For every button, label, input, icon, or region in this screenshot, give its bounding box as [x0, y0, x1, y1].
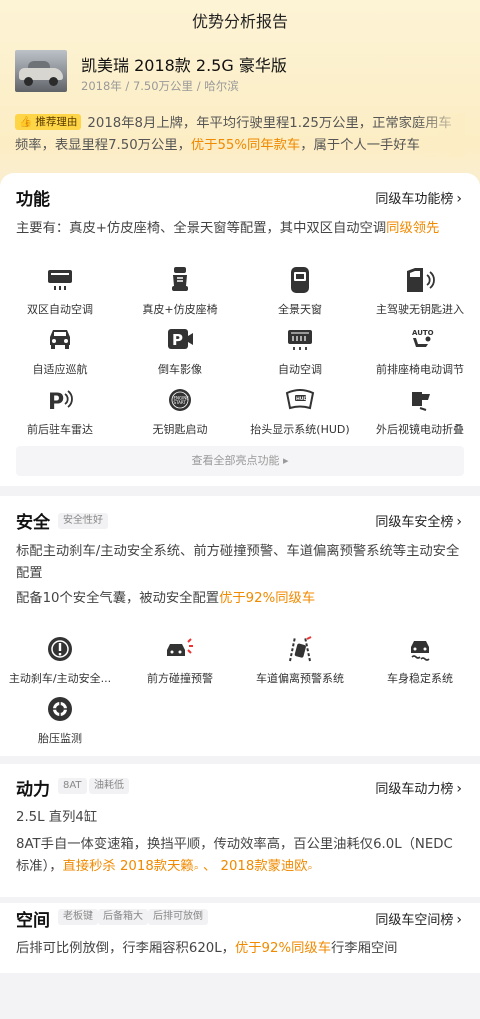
- feature-item[interactable]: 自适应巡航: [0, 325, 120, 377]
- feature-item[interactable]: ENGINE START 无钥匙启动: [120, 385, 240, 437]
- brake-warning-icon: [45, 634, 75, 664]
- feature-item-label: 主驾驶无钥匙进入: [376, 303, 464, 316]
- feature-item-label: 自适应巡航: [32, 363, 88, 376]
- feature-item[interactable]: 外后视镜电动折叠: [360, 385, 480, 437]
- seat-icon: [165, 265, 195, 295]
- features-summary: 主要有：真皮+仿皮座椅、全景天窗等配置，其中双区自动空调同级领先: [16, 221, 440, 236]
- feature-item[interactable]: 双区自动空调: [0, 265, 120, 317]
- feature-item-label: 无钥匙启动: [152, 423, 208, 436]
- feature-item-label: 前排座椅电动调节: [376, 363, 464, 376]
- safety-item[interactable]: 胎压监测: [0, 694, 120, 746]
- power-tag-fuel: 油耗低: [89, 778, 129, 794]
- keyless-door-icon: [405, 265, 435, 295]
- compare-link-mondeo[interactable]: 2018款蒙迪欧⌕: [221, 859, 313, 874]
- space-tag-boss-key: 老板键: [58, 909, 98, 925]
- svg-text:AUTO: AUTO: [412, 329, 434, 337]
- car-meta: 2018年 / 7.50万公里 / 哈尔滨: [81, 79, 239, 93]
- features-title: 功能: [16, 190, 50, 210]
- safety-title: 安全: [16, 513, 50, 533]
- space-tag-trunk: 后备箱大: [98, 909, 148, 925]
- page-title: 优势分析报告: [191, 12, 288, 31]
- stability-control-icon: [405, 634, 435, 664]
- power-card: 动力 8AT 油耗低 同级车动力榜 › 2.5L 直列4缸 8AT手自一体变速箱，…: [0, 764, 480, 897]
- feature-item-label: 自动空调: [278, 363, 322, 376]
- power-desc: 8AT手自一体变速箱，换挡平顺，传动效率高，百公里油耗仅6.0L（NEDC标准）…: [16, 837, 453, 874]
- feature-item[interactable]: AUTO 前排座椅电动调节: [360, 325, 480, 377]
- space-card: 空间 老板键 后备箱大 后排可放倒 同级车空间榜 › 后排可比例放倒，行李厢容积6…: [0, 903, 480, 973]
- recommend-reason-tag: 👍 推荐理由: [15, 114, 82, 130]
- feature-item[interactable]: P 倒车影像: [120, 325, 240, 377]
- space-title: 空间: [16, 911, 50, 931]
- feature-item[interactable]: P 前后驻车雷达: [0, 385, 120, 437]
- reason-highlight: 优于55%同年款车: [190, 138, 301, 153]
- auto-ac-icon: [285, 325, 315, 355]
- feature-item-label: 双区自动空调: [27, 303, 93, 316]
- safety-item-label: 前方碰撞预警: [147, 672, 213, 685]
- power-tag-8at: 8AT: [58, 778, 87, 794]
- safety-item-label: 车身稳定系统: [387, 672, 453, 685]
- recommend-reason: 👍 推荐理由 2018年8月上牌，年平均行驶里程1.25万公里，正常家庭用车频率，…: [15, 113, 465, 157]
- car-name: 凯美瑞 2018款 2.5G 豪华版: [81, 56, 287, 75]
- feature-item-label: 全景天窗: [278, 303, 322, 316]
- safety-item-label: 车道偏离预警系统: [256, 672, 344, 685]
- safety-line2: 配备10个安全气囊，被动安全配置优于92%同级车: [16, 591, 316, 606]
- hud-icon: HUD: [285, 385, 315, 415]
- features-card: 功能 同级车功能榜 › 主要有：真皮+仿皮座椅、全景天窗等配置，其中双区自动空调同…: [0, 173, 480, 486]
- feature-item[interactable]: HUD 抬头显示系统(HUD): [240, 385, 360, 437]
- feature-item-label: 前后驻车雷达: [27, 423, 93, 436]
- feature-item-label: 真皮+仿皮座椅: [142, 303, 218, 316]
- feature-item[interactable]: 主驾驶无钥匙进入: [360, 265, 480, 317]
- reason-text-after: ，属于个人一手好车: [300, 138, 420, 153]
- parking-radar-icon: P: [45, 385, 75, 415]
- feature-item-label: 倒车影像: [158, 363, 202, 376]
- compare-link-tianlai[interactable]: 直接秒杀 2018款天籁⌕: [63, 859, 199, 874]
- mirror-fold-icon: [405, 385, 435, 415]
- svg-text:HUD: HUD: [296, 396, 307, 402]
- space-tag-fold-seats: 后排可放倒: [148, 909, 208, 925]
- safety-item-label: 主动刹车/主动安全...: [8, 672, 112, 685]
- power-seat-icon: AUTO: [405, 325, 435, 355]
- safety-item[interactable]: 前方碰撞预警: [120, 634, 240, 686]
- power-title: 动力: [16, 780, 50, 800]
- space-rank-link[interactable]: 同级车空间榜 ›: [375, 909, 462, 928]
- feature-item-label: 抬头显示系统(HUD): [250, 423, 350, 436]
- car-summary[interactable]: 凯美瑞 2018款 2.5G 豪华版 2018年 / 7.50万公里 / 哈尔滨: [15, 50, 465, 96]
- start-stop-button-icon: ENGINE START: [165, 385, 195, 415]
- feature-item[interactable]: 自动空调: [240, 325, 360, 377]
- svg-text:START: START: [174, 400, 187, 405]
- ac-panel-icon: [45, 265, 75, 295]
- safety-tag: 安全性好: [58, 513, 108, 529]
- feature-item[interactable]: 全景天窗: [240, 265, 360, 317]
- lane-departure-icon: [285, 634, 315, 664]
- features-rank-link[interactable]: 同级车功能榜 ›: [375, 188, 462, 207]
- safety-item[interactable]: 车身稳定系统: [360, 634, 480, 686]
- safety-item[interactable]: 主动刹车/主动安全...: [0, 634, 120, 686]
- view-all-features-button[interactable]: 查看全部亮点功能 ▸: [16, 446, 464, 476]
- sunroof-icon: [285, 265, 315, 295]
- feature-item[interactable]: 真皮+仿皮座椅: [120, 265, 240, 317]
- safety-rank-link[interactable]: 同级车安全榜 ›: [375, 511, 462, 530]
- space-desc: 后排可比例放倒，行李厢容积620L，优于92%同级车行李厢空间: [16, 941, 398, 956]
- feature-item-label: 外后视镜电动折叠: [376, 423, 464, 436]
- adaptive-cruise-icon: [45, 325, 75, 355]
- power-rank-link[interactable]: 同级车动力榜 ›: [375, 778, 462, 797]
- safety-card: 安全 安全性好 同级车安全榜 › 标配主动刹车/主动安全系统、前方碰撞预警、车道偏…: [0, 496, 480, 756]
- svg-text:P: P: [48, 390, 64, 413]
- car-thumbnail[interactable]: [15, 50, 67, 92]
- safety-item-label: 胎压监测: [38, 732, 82, 745]
- power-engine: 2.5L 直列4缸: [16, 810, 98, 825]
- safety-item[interactable]: 车道偏离预警系统: [240, 634, 360, 686]
- safety-line1: 标配主动刹车/主动安全系统、前方碰撞预警、车道偏离预警系统等主动安全配置: [16, 544, 460, 581]
- collision-warning-icon: [165, 634, 195, 664]
- tire-pressure-icon: [45, 694, 75, 724]
- svg-text:P: P: [172, 331, 183, 349]
- reverse-camera-icon: P: [165, 325, 195, 355]
